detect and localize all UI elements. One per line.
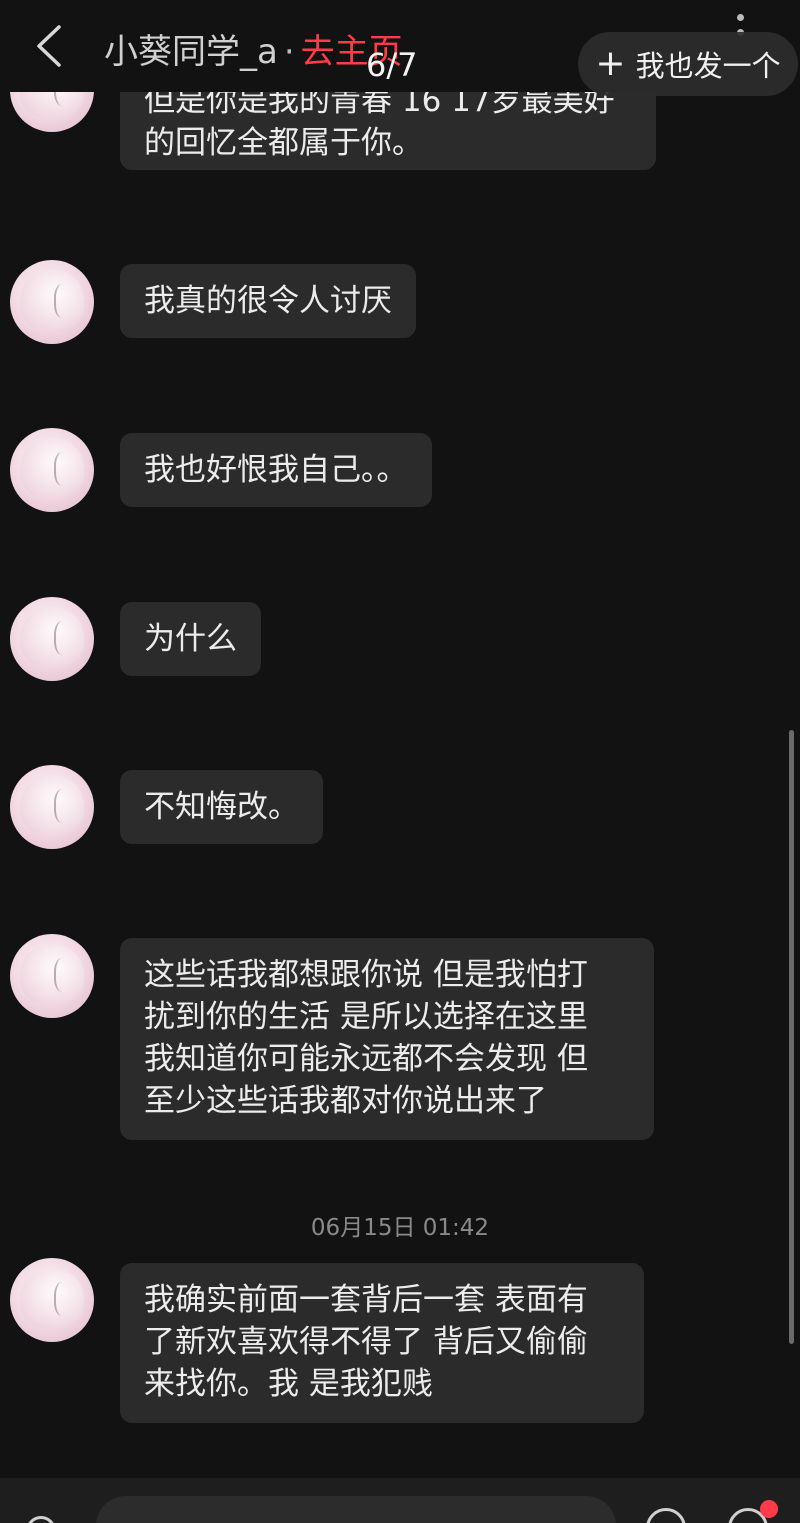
like-icon[interactable] — [646, 1508, 686, 1523]
avatar[interactable] — [10, 934, 94, 1018]
message-bubble: 我确实前面一套背后一套 表面有 了新欢喜欢得不得了 背后又偷偷 来找你。我 是我… — [120, 1263, 644, 1423]
avatar[interactable] — [10, 597, 94, 681]
chevron-left-icon — [37, 25, 61, 67]
emoji-icon[interactable] — [26, 1516, 56, 1523]
message-bubble: 为什么 — [120, 602, 261, 676]
user-name[interactable]: 小葵同学_a — [104, 32, 278, 72]
bottom-bar — [0, 1478, 800, 1523]
chat-screen: 但是你是我的青春 16 17岁最美好 的回忆全都属于你。 我真的很令人讨厌 我也… — [0, 0, 800, 1523]
page-title: 小葵同学_a · 去主页 — [104, 24, 403, 73]
comment-input[interactable] — [96, 1496, 616, 1523]
page-counter: 6/7 — [366, 46, 418, 84]
message-timestamp: 06月15日 01:42 — [310, 1215, 490, 1241]
message-bubble: 我也好恨我自己。。 — [120, 433, 432, 507]
scrollbar[interactable] — [789, 730, 794, 1344]
back-button[interactable] — [28, 22, 68, 70]
more-vertical-icon — [736, 14, 744, 21]
top-bar: 小葵同学_a · 去主页 6/7 + 我也发一个 — [0, 0, 800, 96]
avatar[interactable] — [10, 260, 94, 344]
avatar[interactable] — [10, 765, 94, 849]
plus-icon: + — [595, 43, 626, 84]
post-too-label: 我也发一个 — [635, 49, 781, 83]
avatar[interactable] — [10, 428, 94, 512]
message-bubble: 不知悔改。 — [120, 770, 323, 844]
title-separator: · — [283, 32, 295, 72]
post-too-button[interactable]: + 我也发一个 — [578, 32, 798, 96]
notification-dot — [760, 1500, 778, 1518]
message-bubble: 这些话我都想跟你说 但是我怕打 扰到你的生活 是所以选择在这里 我知道你可能永远… — [120, 938, 654, 1140]
message-bubble: 我真的很令人讨厌 — [120, 264, 416, 338]
avatar[interactable] — [10, 1258, 94, 1342]
